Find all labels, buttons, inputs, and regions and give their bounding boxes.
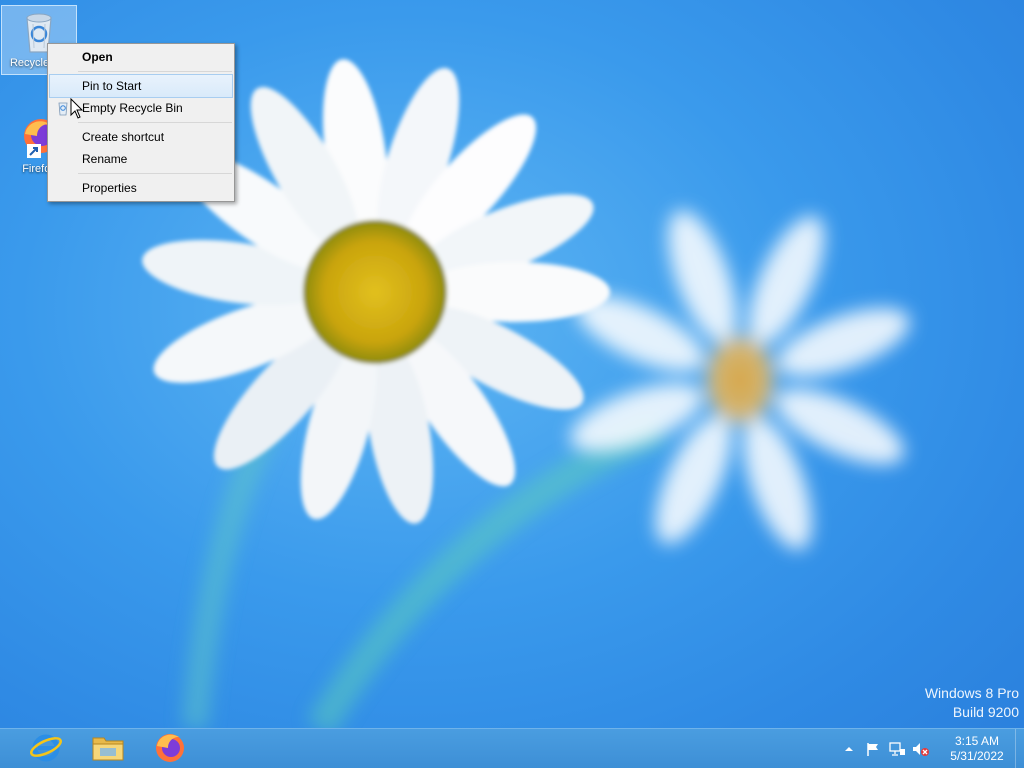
volume-muted-icon[interactable] [912, 740, 930, 758]
clock-date: 5/31/2022 [950, 749, 1004, 763]
context-menu: Open Pin to Start Empty Recycle Bin Crea… [47, 43, 235, 202]
desktop[interactable]: Recycle Bin Firefox Open Pin to Start Em… [0, 0, 1024, 768]
menu-item-label: Empty Recycle Bin [82, 101, 183, 115]
folder-icon [91, 730, 125, 768]
menu-item-label: Properties [82, 181, 137, 195]
menu-separator [78, 122, 232, 123]
menu-item-rename[interactable]: Rename [50, 148, 232, 170]
firefox-icon [153, 730, 187, 768]
taskbar-button-file-explorer[interactable] [79, 731, 137, 767]
clock-time: 3:15 AM [954, 734, 1000, 748]
menu-item-label: Pin to Start [82, 79, 142, 93]
internet-explorer-icon [29, 730, 63, 768]
watermark-edition: Windows 8 Pro [924, 685, 1019, 701]
menu-item-properties[interactable]: Properties [50, 177, 232, 199]
menu-separator [78, 173, 232, 174]
taskbar-button-internet-explorer[interactable] [17, 731, 75, 767]
menu-item-label: Rename [82, 152, 128, 166]
menu-separator [78, 71, 232, 72]
mouse-cursor-icon [70, 98, 84, 119]
menu-item-open[interactable]: Open [50, 46, 232, 68]
recycle-bin-small-icon [55, 100, 71, 116]
windows-watermark: Windows 8 Pro Build 9200 [925, 684, 1019, 722]
taskbar-button-firefox[interactable] [141, 731, 199, 767]
watermark-build: Build 9200 [952, 704, 1019, 720]
system-tray: 3:15 AM 5/31/2022 [837, 729, 1024, 768]
show-desktop-button[interactable] [1015, 729, 1024, 768]
menu-item-pin-to-start[interactable]: Pin to Start [49, 74, 233, 98]
show-hidden-icons-icon[interactable] [840, 740, 858, 758]
taskbar: 3:15 AM 5/31/2022 [0, 728, 1024, 768]
menu-item-label: Create shortcut [82, 130, 165, 144]
taskbar-clock[interactable]: 3:15 AM 5/31/2022 [939, 734, 1015, 764]
menu-item-label: Open [82, 50, 113, 64]
network-icon[interactable] [888, 740, 906, 758]
menu-item-create-shortcut[interactable]: Create shortcut [50, 126, 232, 148]
action-center-flag-icon[interactable] [864, 740, 882, 758]
